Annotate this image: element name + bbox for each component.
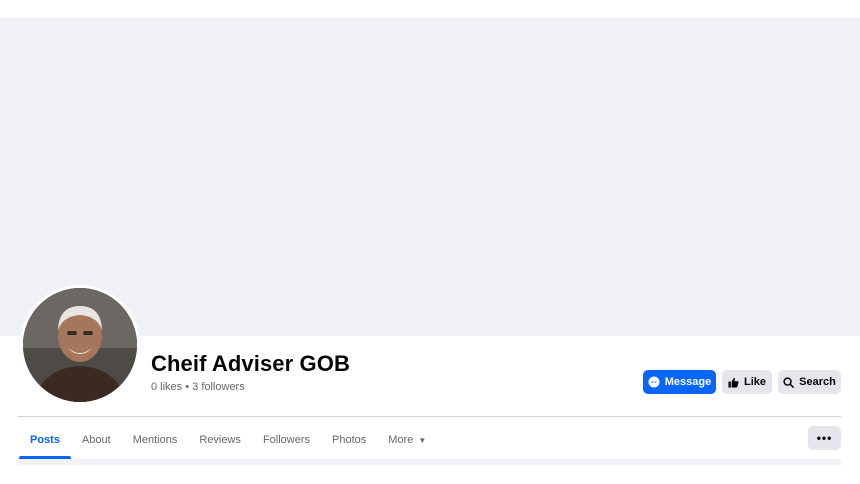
messenger-icon <box>648 376 660 388</box>
header-divider <box>18 416 841 417</box>
page-header: Cheif Adviser GOB 0 likes • 3 followers … <box>0 0 860 484</box>
page-stats[interactable]: 0 likes • 3 followers <box>151 381 245 393</box>
message-button[interactable]: Message <box>643 370 716 394</box>
section-separator <box>18 459 841 465</box>
search-button[interactable]: Search <box>778 370 841 394</box>
thumbs-up-icon <box>728 377 739 388</box>
like-button[interactable]: Like <box>722 370 772 394</box>
page-tabs: Posts About Mentions Reviews Followers P… <box>19 421 437 459</box>
tab-followers[interactable]: Followers <box>252 421 321 459</box>
tab-more[interactable]: More ▼ <box>377 421 437 459</box>
avatar-portrait <box>23 288 137 402</box>
page-title: Cheif Adviser GOB <box>151 351 350 376</box>
search-label: Search <box>799 376 836 388</box>
page-actions: Message Like Search <box>643 370 841 394</box>
more-options-button[interactable]: ••• <box>808 426 841 450</box>
profile-avatar[interactable] <box>20 285 140 405</box>
cover-photo[interactable] <box>0 18 860 336</box>
tab-about[interactable]: About <box>71 421 122 459</box>
search-icon <box>783 376 795 388</box>
message-label: Message <box>664 376 712 388</box>
like-label: Like <box>744 376 767 388</box>
tab-photos[interactable]: Photos <box>321 421 377 459</box>
tab-mentions[interactable]: Mentions <box>122 421 189 459</box>
tab-reviews[interactable]: Reviews <box>188 421 252 459</box>
avatar-image <box>23 288 137 402</box>
tab-more-label: More <box>388 434 414 446</box>
tab-posts[interactable]: Posts <box>19 421 71 459</box>
caret-down-icon: ▼ <box>418 435 427 445</box>
